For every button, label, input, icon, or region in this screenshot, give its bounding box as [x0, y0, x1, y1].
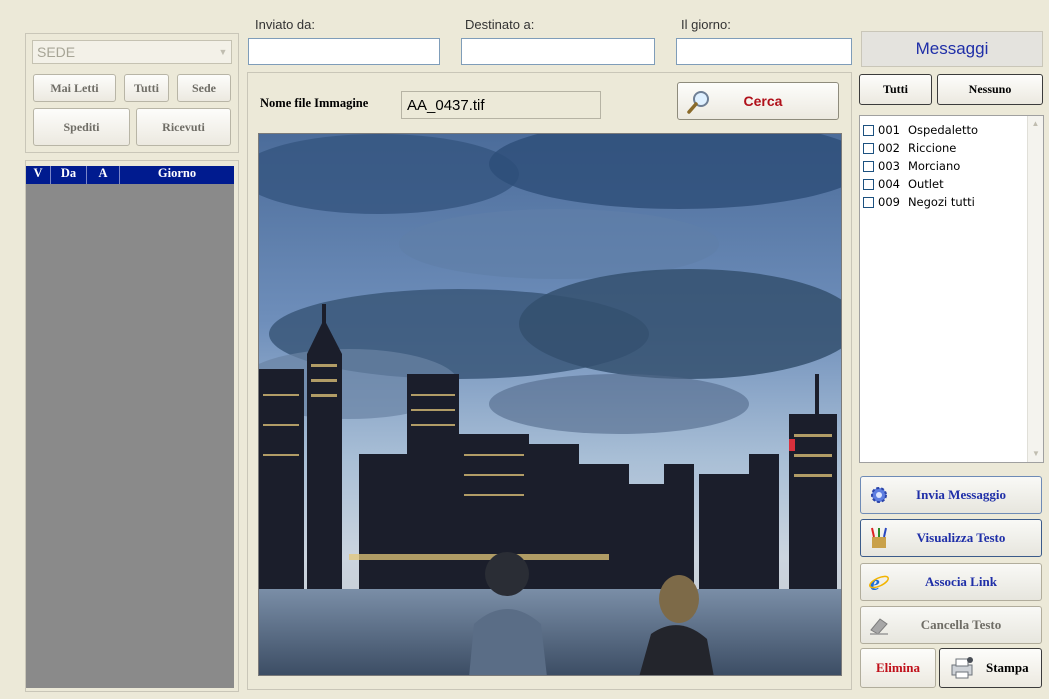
- elimina-label: Elimina: [875, 660, 921, 675]
- tutti-select-button[interactable]: Tutti: [859, 74, 932, 105]
- cancella-testo-button[interactable]: Cancella Testo: [860, 606, 1042, 644]
- printer-icon: [948, 656, 976, 680]
- list-scrollbar[interactable]: ▲ ▼: [1027, 116, 1043, 462]
- filename-field[interactable]: AA_0437.tif: [401, 91, 601, 119]
- recipient-list[interactable]: 001 Ospedaletto 002 Riccione 003 Morciano 0…: [859, 115, 1044, 463]
- header-v[interactable]: V: [26, 166, 51, 184]
- scroll-up-icon[interactable]: ▲: [1028, 116, 1043, 132]
- recipient-code: 009: [878, 195, 900, 209]
- recipient-name: Ospedaletto: [907, 123, 979, 137]
- invia-messaggio-label: Invia Messaggio: [916, 487, 1006, 502]
- recipient-name: Outlet: [907, 177, 944, 191]
- recipient-code: 003: [878, 159, 900, 173]
- checkbox[interactable]: [863, 142, 874, 154]
- stampa-label: Stampa: [986, 660, 1029, 675]
- list-item[interactable]: 001 Ospedaletto: [863, 121, 978, 139]
- recipient-name: Morciano: [907, 159, 961, 173]
- visualizza-testo-button[interactable]: Visualizza Testo: [860, 519, 1042, 557]
- eraser-icon: [861, 614, 897, 636]
- recipient-code: 002: [878, 141, 900, 155]
- destinato-a-label: Destinato a:: [465, 17, 535, 32]
- filename-label: Nome file Immagine: [260, 96, 369, 110]
- checkbox[interactable]: [863, 124, 874, 136]
- associa-link-label: Associa Link: [925, 574, 997, 589]
- checkbox[interactable]: [863, 196, 874, 208]
- recipient-code: 001: [878, 123, 900, 137]
- ricevuti-button[interactable]: Ricevuti: [136, 108, 231, 146]
- checkbox[interactable]: [863, 160, 874, 172]
- recipient-list-items: 001 Ospedaletto 002 Riccione 003 Morciano 0…: [863, 121, 978, 211]
- associa-link-button[interactable]: e Associa Link: [860, 563, 1042, 601]
- list-item[interactable]: 002 Riccione: [863, 139, 978, 157]
- tutti-filter-button[interactable]: Tutti: [124, 74, 169, 102]
- chevron-down-icon[interactable]: ▼: [215, 41, 231, 63]
- destinato-a-field[interactable]: [461, 38, 655, 65]
- header-a[interactable]: A: [87, 166, 120, 184]
- filename-value: AA_0437.tif: [407, 96, 485, 114]
- inviato-da-label: Inviato da:: [255, 17, 315, 32]
- message-table[interactable]: V Da A Giorno: [26, 166, 234, 688]
- list-item[interactable]: 004 Outlet: [863, 175, 978, 193]
- messaggi-title: Messaggi: [915, 39, 989, 58]
- city-skyline-image: [259, 134, 841, 675]
- inviato-da-field[interactable]: [248, 38, 440, 65]
- il-giorno-field[interactable]: [676, 38, 852, 65]
- elimina-button[interactable]: Elimina: [860, 648, 936, 688]
- image-preview: [258, 133, 842, 676]
- invia-messaggio-button[interactable]: Invia Messaggio: [860, 476, 1042, 514]
- list-item[interactable]: 009 Negozi tutti: [863, 193, 978, 211]
- table-header-row: V Da A Giorno: [26, 166, 234, 184]
- header-giorno[interactable]: Giorno: [120, 166, 234, 184]
- visualizza-testo-label: Visualizza Testo: [916, 530, 1006, 545]
- messaggi-header: Messaggi: [861, 31, 1043, 67]
- cerca-button[interactable]: Cerca: [677, 82, 839, 120]
- cancella-testo-label: Cancella Testo: [920, 617, 1002, 632]
- recipient-name: Riccione: [907, 141, 957, 155]
- spediti-button[interactable]: Spediti: [33, 108, 130, 146]
- magnifier-icon: [686, 89, 712, 115]
- checkbox[interactable]: [863, 178, 874, 190]
- internet-explorer-icon: e: [861, 571, 897, 593]
- pencils-icon: [861, 527, 897, 549]
- il-giorno-label: Il giorno:: [681, 17, 731, 32]
- sede-filter-button[interactable]: Sede: [177, 74, 231, 102]
- header-da[interactable]: Da: [51, 166, 87, 184]
- gear-icon: [861, 485, 897, 505]
- recipient-code: 004: [878, 177, 900, 191]
- scroll-down-icon[interactable]: ▼: [1028, 446, 1044, 462]
- list-item[interactable]: 003 Morciano: [863, 157, 978, 175]
- recipient-name: Negozi tutti: [907, 195, 975, 209]
- nessuno-select-button[interactable]: Nessuno: [937, 74, 1043, 105]
- stampa-button[interactable]: Stampa: [939, 648, 1042, 688]
- cerca-label: Cerca: [743, 93, 783, 109]
- mai-letti-button[interactable]: Mai Letti: [33, 74, 116, 102]
- sede-select[interactable]: SEDE ▼: [32, 40, 232, 64]
- sede-select-value: SEDE: [37, 44, 76, 60]
